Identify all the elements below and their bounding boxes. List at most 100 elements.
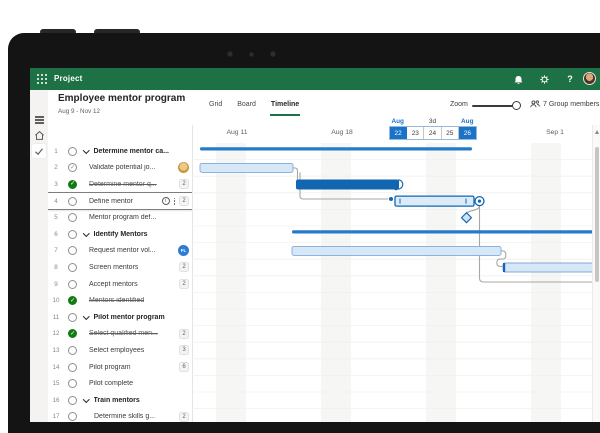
task-row[interactable]: 3 ✓ Determine mentor q... 2: [48, 176, 192, 193]
task-complete-circle[interactable]: ✓: [68, 163, 77, 173]
chevron-down-icon[interactable]: [83, 396, 90, 403]
task-complete-circle[interactable]: ✓: [68, 246, 77, 256]
task-complete-circle[interactable]: ✓: [68, 196, 77, 206]
picker-day[interactable]: 24: [424, 127, 442, 139]
gantt-summary-bar[interactable]: [200, 147, 472, 151]
tab-grid[interactable]: Grid: [208, 99, 223, 116]
task-name[interactable]: Mentor program def...: [89, 214, 156, 221]
tab-board[interactable]: Board: [236, 99, 257, 116]
assignee-avatar[interactable]: [178, 162, 189, 174]
bell-icon[interactable]: [513, 74, 523, 84]
task-complete-circle[interactable]: ✓: [68, 379, 77, 389]
zoom-slider-knob[interactable]: [512, 101, 521, 110]
task-complete-circle[interactable]: ✓: [68, 296, 77, 306]
task-name[interactable]: Select employees: [89, 347, 144, 354]
task-complete-circle[interactable]: ✓: [68, 179, 77, 189]
task-complete-circle[interactable]: ✓: [68, 329, 77, 339]
task-name[interactable]: Pilot mentor program: [94, 314, 165, 321]
tab-timeline[interactable]: Timeline: [269, 99, 301, 116]
chevron-down-icon[interactable]: [83, 147, 90, 154]
task-row[interactable]: 10 ✓ Mentors identified: [48, 292, 192, 309]
task-row[interactable]: 4 ✓ Define mentor i2: [48, 191, 192, 211]
task-row[interactable]: 1 ✓ Determine mentor ca...: [48, 143, 192, 160]
task-name[interactable]: Train mentors: [94, 397, 140, 404]
picker-day[interactable]: 26: [458, 127, 476, 139]
scrollbar-thumb[interactable]: [595, 147, 599, 282]
task-row[interactable]: 14 ✓ Pilot program 6: [48, 358, 192, 376]
picker-end-month: Aug: [461, 117, 474, 125]
view-tabs: Grid Board Timeline: [208, 99, 301, 116]
task-row[interactable]: 2 ✓ Validate potential jo...: [48, 159, 192, 177]
scroll-up-arrow[interactable]: [594, 130, 599, 134]
gantt-milestone-diamond[interactable]: [460, 211, 473, 224]
gantt-task-bar[interactable]: [502, 262, 594, 273]
task-complete-circle[interactable]: ✓: [68, 412, 77, 422]
gantt-selected-bar[interactable]: [394, 195, 475, 207]
help-icon[interactable]: ?: [565, 74, 575, 84]
picker-day[interactable]: 25: [442, 127, 459, 139]
task-complete-circle[interactable]: ✓: [68, 362, 77, 372]
task-name[interactable]: Identify Mentors: [94, 231, 148, 238]
task-row[interactable]: 17 ✓ Determine skills g... 2: [48, 408, 192, 422]
task-name[interactable]: Screen mentors: [89, 264, 138, 271]
gear-icon[interactable]: [539, 74, 549, 84]
task-number: 14: [52, 363, 60, 371]
waffle-icon[interactable]: [37, 74, 47, 84]
gantt-summary-bar[interactable]: [292, 230, 594, 234]
task-row[interactable]: 9 ✓ Accept mentors 2: [48, 275, 192, 293]
task-name[interactable]: Accept mentors: [89, 281, 138, 288]
comment-count-badge: 3: [179, 345, 189, 356]
task-row[interactable]: 6 ✓ Identify Mentors: [48, 226, 192, 243]
vertical-scrollbar[interactable]: [592, 125, 600, 422]
task-row[interactable]: 13 ✓ Select employees 3: [48, 342, 192, 359]
kebab-menu-icon[interactable]: [173, 197, 176, 206]
picker-day[interactable]: 22: [390, 127, 408, 139]
chevron-down-icon[interactable]: [83, 313, 90, 320]
task-name[interactable]: Determine mentor ca...: [94, 148, 169, 155]
assignee-avatar[interactable]: FL: [178, 245, 189, 257]
task-row[interactable]: 8 ✓ Screen mentors 2: [48, 259, 192, 276]
task-row-meta: FL: [178, 245, 189, 257]
task-row[interactable]: 11 ✓ Pilot mentor program: [48, 309, 192, 326]
task-name[interactable]: Mentors identified: [89, 297, 144, 304]
chevron-down-icon[interactable]: [83, 230, 90, 237]
task-number: 5: [54, 214, 58, 222]
task-name[interactable]: Pilot program: [89, 364, 131, 371]
task-complete-circle[interactable]: ✓: [68, 213, 77, 223]
task-row[interactable]: 15 ✓ Pilot complete: [48, 375, 192, 392]
camera-dot: [227, 51, 233, 57]
task-row[interactable]: 12 ✓ Select qualified men... 2: [48, 325, 192, 343]
group-members[interactable]: 7 Group members: [530, 100, 599, 108]
task-name[interactable]: Determine mentor q...: [89, 181, 157, 188]
hamburger-icon[interactable]: [32, 113, 46, 127]
picker-day[interactable]: 23: [407, 127, 425, 139]
task-complete-circle[interactable]: ✓: [68, 279, 77, 289]
task-name[interactable]: Validate potential jo...: [89, 164, 155, 171]
task-row[interactable]: 16 ✓ Train mentors: [48, 392, 192, 409]
task-complete-circle[interactable]: ✓: [68, 262, 77, 272]
home-icon[interactable]: [32, 128, 46, 142]
task-name[interactable]: Request mentor vol...: [89, 247, 156, 254]
task-name[interactable]: Define mentor: [89, 198, 133, 205]
user-avatar[interactable]: [583, 72, 596, 85]
check-icon[interactable]: [32, 144, 46, 158]
task-row-meta: 2: [179, 279, 189, 290]
task-name[interactable]: Select qualified men...: [89, 330, 158, 337]
task-row[interactable]: 5 ✓ Mentor program def...: [48, 209, 192, 226]
gantt-task-bar[interactable]: [291, 245, 502, 256]
task-complete-circle[interactable]: ✓: [68, 229, 77, 239]
dependency-arrow-endpoint: [503, 263, 506, 272]
task-complete-circle[interactable]: ✓: [68, 395, 77, 405]
task-complete-circle[interactable]: ✓: [68, 312, 77, 322]
task-complete-circle[interactable]: ✓: [68, 345, 77, 355]
task-name[interactable]: Pilot complete: [89, 380, 133, 387]
task-name[interactable]: Determine skills g...: [94, 413, 155, 420]
task-number: 16: [52, 396, 60, 404]
task-number: 2: [54, 164, 58, 172]
gantt-completed-bar[interactable]: [296, 179, 399, 190]
task-row[interactable]: 7 ✓ Request mentor vol... FL: [48, 242, 192, 260]
task-complete-circle[interactable]: ✓: [68, 146, 77, 156]
gantt-task-bar[interactable]: [199, 162, 294, 173]
info-icon[interactable]: i: [161, 197, 170, 206]
weekend-band: [216, 143, 246, 422]
